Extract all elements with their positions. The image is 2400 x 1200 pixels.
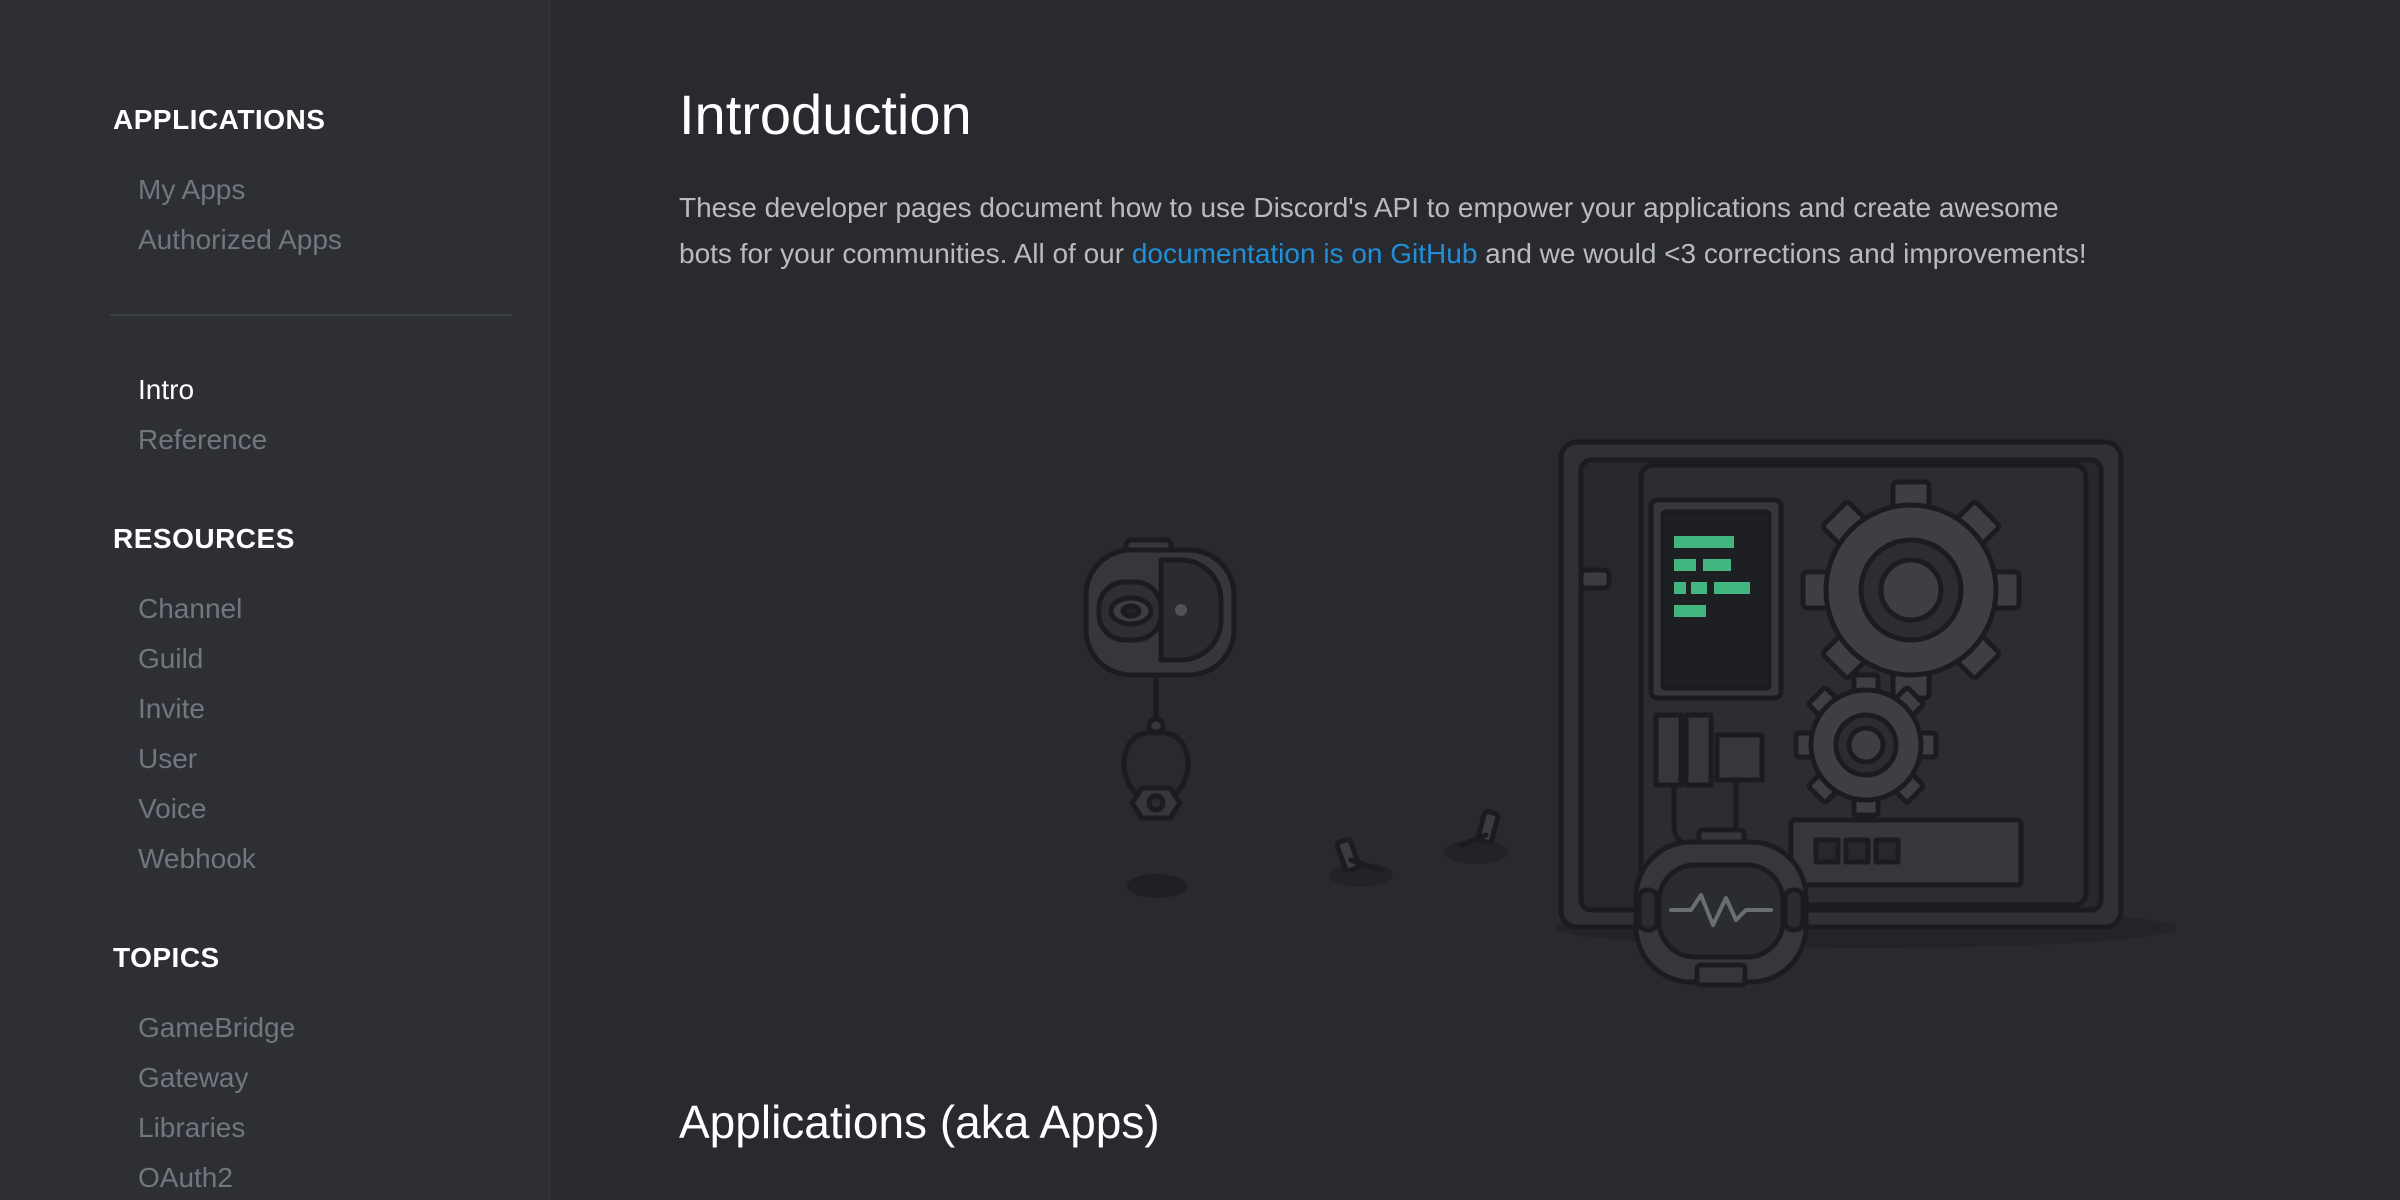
page-title: Introduction [679, 83, 972, 146]
gear-icon [1793, 672, 1939, 818]
sidebar-item-user[interactable]: User [138, 743, 197, 775]
sidebar-item-invite[interactable]: Invite [138, 693, 205, 725]
sidebar-item-gateway[interactable]: Gateway [138, 1062, 249, 1094]
section-title-topics: TOPICS [113, 942, 220, 973]
sidebar-divider [110, 314, 513, 316]
intro-paragraph: These developer pages document how to us… [679, 185, 2099, 277]
section-title-resources: RESOURCES [113, 523, 295, 554]
sidebar-item-gamebridge[interactable]: GameBridge [138, 1012, 295, 1044]
sidebar-item-voice[interactable]: Voice [138, 793, 207, 825]
main-content: Introduction These developer pages docum… [551, 0, 2400, 1200]
sidebar-item-channel[interactable]: Channel [138, 593, 242, 625]
screw-icon [1444, 809, 1508, 864]
robot-claw-icon [1121, 672, 1191, 821]
sidebar: APPLICATIONS My Apps Authorized Apps Int… [0, 0, 550, 1200]
sidebar-item-authorized-apps[interactable]: Authorized Apps [138, 224, 342, 256]
gear-icon [1800, 479, 2022, 701]
sidebar-item-my-apps[interactable]: My Apps [138, 174, 245, 206]
section-heading-applications: Applications (aka Apps) [679, 1096, 1160, 1148]
sidebar-item-oauth2[interactable]: OAuth2 [138, 1162, 233, 1194]
screw-icon [1329, 837, 1393, 887]
intro-text-after: and we would <3 corrections and improvem… [1477, 238, 2087, 269]
sidebar-item-webhook[interactable]: Webhook [138, 843, 256, 875]
section-title-applications: APPLICATIONS [113, 104, 326, 135]
sidebar-item-libraries[interactable]: Libraries [138, 1112, 245, 1144]
robot-head-icon [1083, 537, 1237, 678]
sidebar-item-reference[interactable]: Reference [138, 424, 267, 456]
sidebar-item-intro[interactable]: Intro [138, 374, 194, 406]
robots-illustration [1083, 439, 2176, 988]
robot-face-icon [1633, 827, 1809, 988]
sidebar-item-guild[interactable]: Guild [138, 643, 203, 675]
github-docs-link[interactable]: documentation is on GitHub [1132, 238, 1478, 269]
